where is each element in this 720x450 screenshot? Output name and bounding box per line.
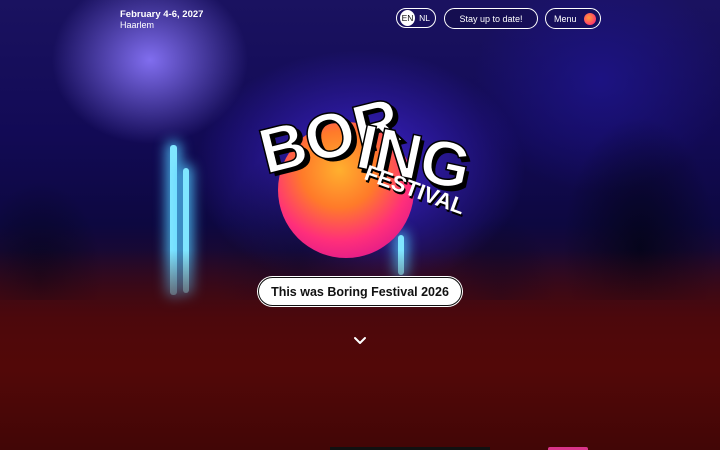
event-date: February 4-6, 2027 (120, 9, 204, 20)
event-city: Haarlem (120, 20, 155, 30)
stay-up-to-date-button[interactable]: Stay up to date! (444, 8, 538, 29)
past-edition-button[interactable]: This was Boring Festival 2026 (258, 277, 462, 306)
chevron-down-icon[interactable] (352, 334, 368, 348)
language-option-en[interactable]: EN (400, 10, 415, 26)
menu-label: Menu (554, 13, 577, 24)
event-info: February 4-6, 2027 Haarlem (120, 9, 203, 31)
festival-logo: BOR BOR ING ING FESTIVAL FESTIVAL (240, 48, 480, 268)
menu-button[interactable]: Menu (545, 8, 601, 29)
language-option-nl[interactable]: NL (417, 10, 432, 26)
sun-dot-icon (584, 13, 596, 25)
language-switch[interactable]: EN NL (396, 8, 436, 28)
